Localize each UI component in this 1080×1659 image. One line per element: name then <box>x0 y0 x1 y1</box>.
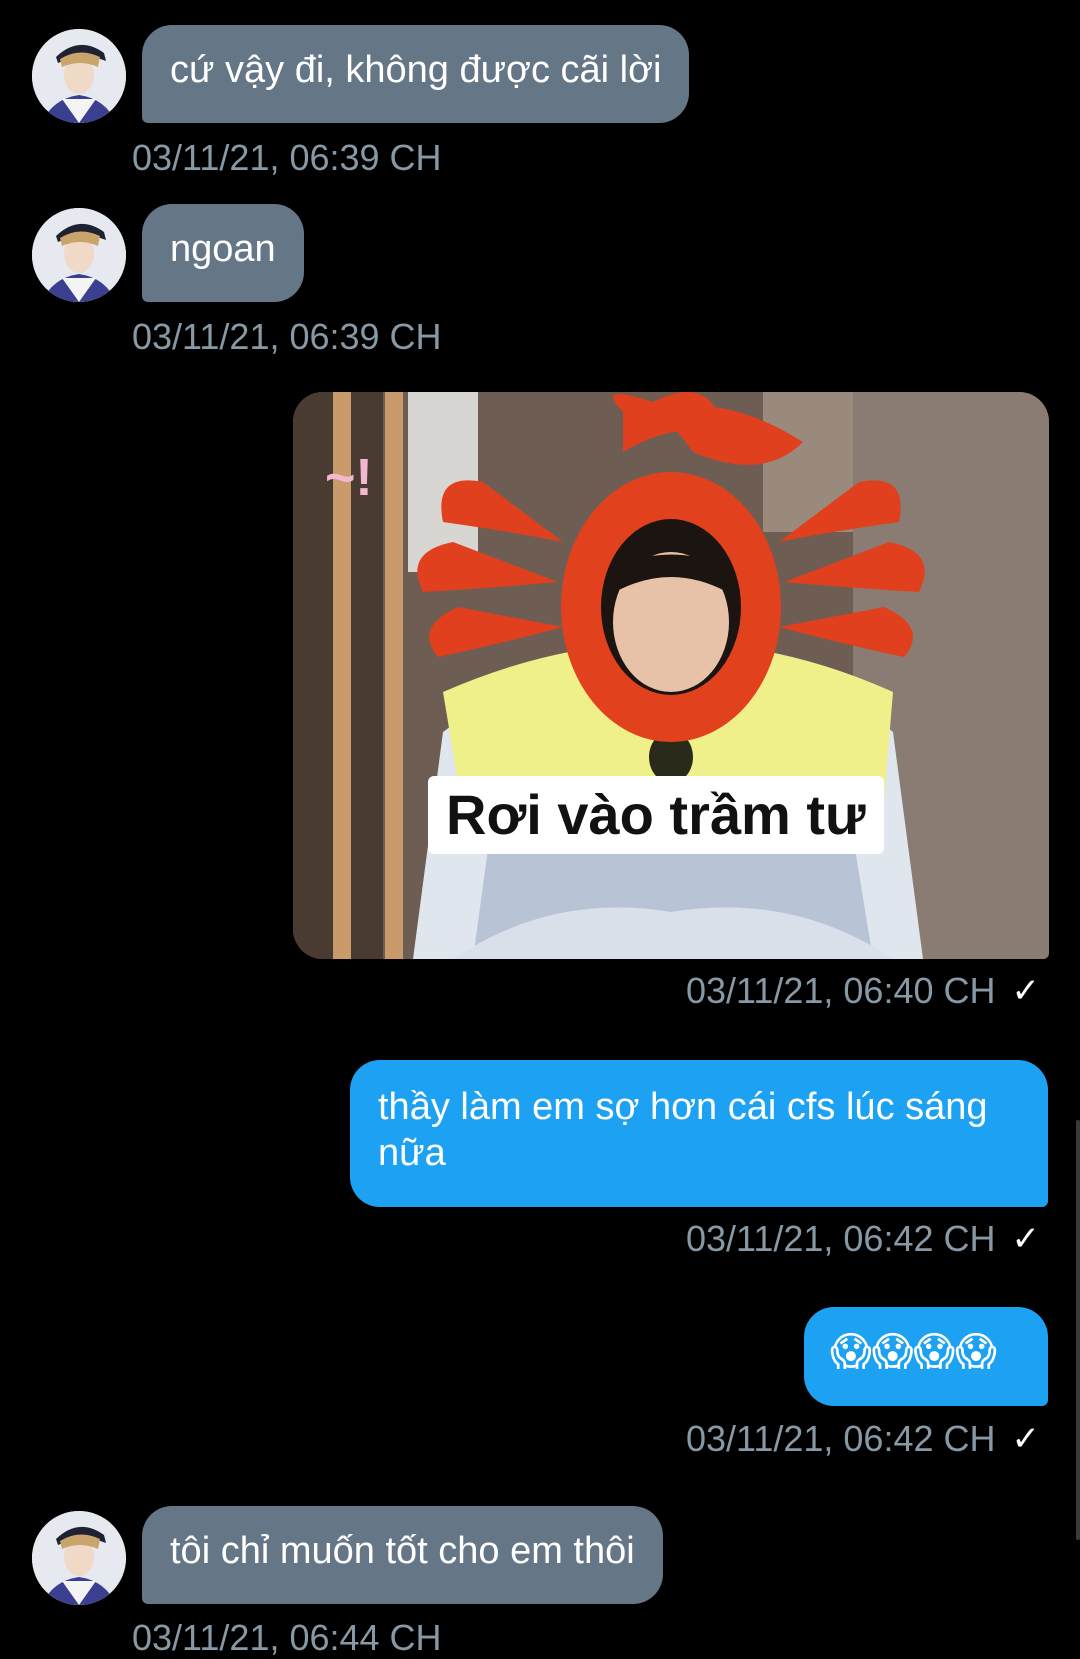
sticker-text: ~! <box>325 449 373 507</box>
message-timestamp: 03/11/21, 06:39 CH <box>132 137 442 178</box>
avatar-photo <box>32 208 126 302</box>
message-timestamp-row: 03/11/21, 06:42 CH ✓ <box>686 1219 1040 1259</box>
message-timestamp: 03/11/21, 06:42 CH <box>685 1218 996 1259</box>
message-bubble-outgoing[interactable]: thầy làm em sợ hơn cái cfs lúc sáng nữa <box>350 1060 1048 1207</box>
avatar[interactable] <box>32 1511 126 1605</box>
emoji-message: 😱😱😱😱 <box>830 1330 997 1374</box>
message-bubble-incoming[interactable]: ngoan <box>142 204 304 302</box>
check-icon: ✓ <box>1011 972 1041 1010</box>
avatar[interactable] <box>32 29 126 123</box>
message-bubble-incoming[interactable]: cứ vậy đi, không được cãi lời <box>142 25 690 123</box>
message-text: ngoan <box>170 228 276 270</box>
message-text: cứ vậy đi, không được cãi lời <box>170 49 662 91</box>
avatar-photo <box>32 29 126 123</box>
message-timestamp: 03/11/21, 06:39 CH <box>132 316 442 357</box>
avatar[interactable] <box>32 208 126 302</box>
message-text: tôi chỉ muốn tốt cho em thôi <box>170 1530 635 1572</box>
message-timestamp-row: 03/11/21, 06:42 CH ✓ <box>686 1419 1040 1459</box>
message-text: thầy làm em sợ hơn cái cfs lúc sáng nữa <box>378 1086 988 1174</box>
message-bubble-outgoing[interactable]: 😱😱😱😱 <box>804 1307 1048 1406</box>
message-timestamp: 03/11/21, 06:42 CH <box>685 1418 996 1459</box>
scrollbar[interactable] <box>1076 1120 1080 1540</box>
message-bubble-incoming[interactable]: tôi chỉ muốn tốt cho em thôi <box>142 1506 663 1604</box>
image-caption: Rơi vào trầm tư <box>428 776 884 854</box>
message-timestamp: 03/11/21, 06:44 CH <box>132 1617 442 1658</box>
image-message[interactable]: ~! Rơi vào trầm tư <box>293 392 1049 959</box>
meme-image <box>293 392 1049 959</box>
message-timestamp: 03/11/21, 06:40 CH <box>685 970 996 1011</box>
check-icon: ✓ <box>1011 1420 1041 1458</box>
message-timestamp-row: 03/11/21, 06:40 CH ✓ <box>686 971 1040 1011</box>
avatar-photo <box>32 1511 126 1605</box>
check-icon: ✓ <box>1011 1220 1041 1258</box>
